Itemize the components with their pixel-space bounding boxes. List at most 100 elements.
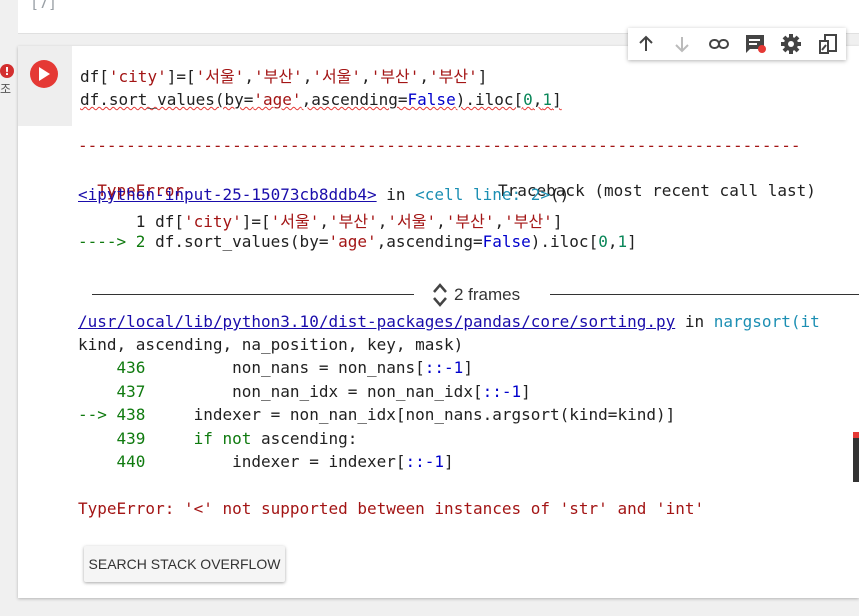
- run-cell-button[interactable]: [30, 60, 58, 88]
- code-token: ).iloc[: [455, 90, 524, 109]
- arrow-down-icon: [675, 37, 690, 53]
- move-up-button[interactable]: [633, 31, 659, 57]
- code-token: df[: [80, 67, 109, 86]
- in-word: in: [675, 312, 714, 331]
- code-token: df[: [155, 212, 184, 231]
- comment-icon: [746, 35, 767, 53]
- traceback-line-1: 1 df['city']=['서울','부산','서울','부산','부산']: [78, 208, 563, 232]
- code-token: ,ascending=: [376, 232, 483, 251]
- mirror-cell-button[interactable]: [815, 31, 841, 57]
- error-badge-icon: !: [0, 64, 14, 78]
- code-token: ,: [532, 90, 543, 109]
- code-token: '서울': [270, 212, 320, 231]
- previous-cell-code: [7]: [30, 0, 58, 12]
- code-token: 'age': [253, 90, 302, 109]
- code-token: ,: [377, 212, 388, 231]
- code-token: '부산': [504, 212, 553, 231]
- code-token: ,: [319, 212, 330, 231]
- code-token: indexer = indexer[: [155, 452, 406, 471]
- file-location: /usr/local/lib/python3.10/dist-packages/…: [78, 312, 820, 331]
- code-token: df.sort_values(by=: [80, 90, 254, 109]
- final-error-message: : '<' not supported between instances of…: [164, 499, 705, 518]
- code-line-1: df['city']=['서울','부산','서울','부산','부산']: [80, 63, 487, 87]
- final-error-type: TypeError: [78, 499, 165, 518]
- code-token: 1: [78, 212, 156, 231]
- code-token: ,: [494, 212, 505, 231]
- frames-label: 2 frames: [454, 285, 521, 304]
- gear-icon: [781, 34, 802, 54]
- code-token: 'city': [183, 212, 242, 231]
- code-token: ,: [419, 67, 430, 86]
- code-token: ]=[: [166, 67, 196, 86]
- code-token: ::-1: [482, 382, 522, 401]
- gutter-side-text: 조: [0, 82, 12, 96]
- code-token: '부산': [370, 67, 420, 86]
- code-token: '서울': [387, 212, 437, 231]
- code-token: ,: [436, 212, 446, 231]
- code-token: df.sort_values(by=: [155, 232, 329, 251]
- play-icon: [39, 67, 50, 81]
- search-stack-overflow-button[interactable]: SEARCH STACK OVERFLOW: [84, 546, 285, 582]
- code-token: --> 438: [78, 405, 156, 424]
- code-token: ]: [521, 382, 531, 401]
- code-token: ]=[: [241, 212, 271, 231]
- code-token: ::-1: [405, 452, 445, 471]
- source-line: 440 indexer = indexer[::-1]: [78, 452, 454, 471]
- code-token: False: [407, 90, 456, 109]
- code-token: '서울': [312, 67, 362, 86]
- link-cell-button[interactable]: [706, 31, 732, 57]
- code-token: ]: [552, 90, 562, 109]
- code-token: ,: [302, 67, 313, 86]
- cell-line-ref: <cell line: 2>: [415, 185, 551, 204]
- code-token: '서울': [195, 67, 245, 86]
- traceback-line-2: ----> 2 df.sort_values(by='age',ascendin…: [78, 232, 637, 251]
- code-token: ascending:: [251, 429, 358, 448]
- settings-button[interactable]: [778, 31, 804, 57]
- code-token: '부산': [329, 212, 378, 231]
- code-token: indexer = non_nan_idx[non_nans.argsort(k…: [155, 405, 676, 424]
- move-down-button[interactable]: [669, 31, 695, 57]
- code-token: 1: [617, 232, 628, 251]
- mirror-cell-icon: [818, 34, 837, 54]
- arrow-up-icon: [639, 35, 653, 51]
- code-token: False: [482, 232, 531, 251]
- expand-frames-button[interactable]: 2 frames: [432, 282, 520, 308]
- code-token: ::-1: [424, 358, 464, 377]
- code-token: non_nans = non_nans[: [155, 358, 425, 377]
- code-line-2: df.sort_values(by='age',ascending=False)…: [80, 90, 562, 109]
- code-token: ----> 2: [78, 232, 156, 251]
- function-args: kind, ascending, na_position, key, mask): [78, 335, 464, 354]
- divider-line: [92, 294, 414, 295]
- traceback-dashes: ----------------------------------------…: [78, 136, 801, 155]
- source-line: --> 438 indexer = non_nan_idx[non_nans.a…: [78, 405, 675, 424]
- code-token: ]: [627, 232, 637, 251]
- code-token: '부산': [253, 67, 303, 86]
- in-word: in: [376, 185, 416, 204]
- cell-gutter: [18, 46, 72, 126]
- code-token: ]: [463, 358, 473, 377]
- code-token: ]: [477, 67, 488, 86]
- traceback-location: <ipython-input-25-15073cb8ddb4> in <cell…: [78, 185, 569, 204]
- code-token: 1: [542, 90, 553, 109]
- code-token: if not: [155, 429, 252, 448]
- code-token: 439: [78, 429, 156, 448]
- code-token: 436: [78, 358, 156, 377]
- ipython-input-link[interactable]: <ipython-input-25-15073cb8ddb4>: [78, 185, 377, 204]
- code-token: '부산': [445, 212, 495, 231]
- code-token: 437: [78, 382, 156, 401]
- source-line: 437 non_nan_idx = non_nan_idx[::-1]: [78, 382, 531, 401]
- cell-paren: (): [550, 185, 570, 204]
- code-token: ,: [361, 67, 371, 86]
- code-token: 'city': [108, 67, 167, 86]
- unfold-icon: [433, 283, 447, 307]
- code-token: ).iloc[: [530, 232, 599, 251]
- function-name: nargsort(it: [713, 312, 820, 331]
- scrollbar-thumb[interactable]: [853, 432, 859, 482]
- comment-button[interactable]: [742, 31, 768, 57]
- code-token: '부산': [429, 67, 478, 86]
- divider-line: [550, 294, 859, 295]
- code-token: 'age': [328, 232, 377, 251]
- file-link[interactable]: /usr/local/lib/python3.10/dist-packages/…: [78, 312, 675, 331]
- code-token: non_nan_idx = non_nan_idx[: [155, 382, 483, 401]
- frames-collapse-row: 2 frames: [92, 283, 859, 307]
